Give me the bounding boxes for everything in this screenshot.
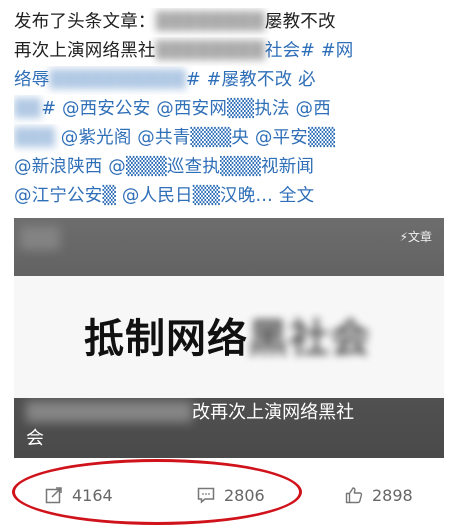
- banner-title: 抵制网络黑社会: [84, 306, 371, 364]
- like-button[interactable]: 2898: [344, 470, 413, 520]
- post-line-blurred: ▒▒▒▒▒▒▒▒: [155, 12, 265, 32]
- thumbs-up-icon: [345, 487, 363, 504]
- caption-blurred: ▒▒▒▒▒▒▒▒▒▒▒▒: [26, 402, 193, 423]
- article-card[interactable]: ⚡文章 抵制网络黑社会 ▒▒▒▒▒▒▒▒▒▒▒▒改再次上演网络黑社 会: [14, 218, 444, 458]
- mention-link[interactable]: @江宁公安▒ @人民日▒▒汉晚… 全文: [14, 186, 314, 206]
- caption-text: 改再次上演网络黑社: [192, 402, 355, 423]
- post-line: @新浪陕西 @▒▒▒巡查执▒▒▒视新闻: [14, 153, 444, 182]
- post-line-blurred: ▒▒▒: [14, 128, 55, 148]
- mention-link[interactable]: # @西安公安 @西安网▒▒执法 @西: [41, 99, 331, 119]
- post-text: 发布了头条文章：▒▒▒▒▒▒▒▒屡教不改 再次上演网络黑社▒▒▒▒▒▒▒▒社会#…: [14, 8, 444, 211]
- post-line-blurred: ▒▒▒▒▒▒▒▒▒▒: [49, 70, 186, 90]
- post-line-text: 再次上演网络黑社: [14, 41, 156, 61]
- banner-title-text: 抵制网络: [84, 316, 248, 362]
- article-badge: ⚡文章: [399, 230, 432, 244]
- post-line: ▒▒▒ @紫光阁 @共青▒▒▒央 @平安▒▒: [14, 124, 444, 153]
- post-line-blurred: ▒▒▒▒▒▒▒▒: [155, 41, 265, 61]
- post-line: 络辱▒▒▒▒▒▒▒▒▒▒# #屡教不改 必: [14, 66, 444, 95]
- post-line: ▒▒# @西安公安 @西安网▒▒执法 @西: [14, 95, 444, 124]
- caption-text-line2: 会: [26, 428, 44, 449]
- article-blurred-region: [20, 226, 60, 250]
- post-line-text: 发布了头条文章：: [14, 12, 156, 32]
- post-line: 发布了头条文章：▒▒▒▒▒▒▒▒屡教不改: [14, 8, 444, 37]
- post-line: 再次上演网络黑社▒▒▒▒▒▒▒▒社会# #网: [14, 37, 444, 66]
- banner-title-blurred: 黑社会: [248, 316, 371, 362]
- post-line-blurred: ▒▒: [14, 99, 42, 119]
- hashtag-link[interactable]: # #屡教不改 必: [186, 70, 316, 90]
- article-caption: ▒▒▒▒▒▒▒▒▒▒▒▒改再次上演网络黑社 会: [26, 400, 436, 452]
- red-highlight-circle: [12, 459, 302, 525]
- like-count: 2898: [372, 485, 413, 505]
- mention-link[interactable]: @新浪陕西 @▒▒▒巡查执▒▒▒视新闻: [14, 157, 314, 177]
- post-line-text: 屡教不改: [264, 12, 336, 32]
- mention-link[interactable]: @紫光阁 @共青▒▒▒央 @平安▒▒: [55, 128, 335, 148]
- hashtag-link[interactable]: 络辱: [14, 70, 49, 90]
- post-line: @江宁公安▒ @人民日▒▒汉晚… 全文: [14, 182, 444, 211]
- hashtag-link[interactable]: 社会# #网: [265, 41, 354, 61]
- article-banner: 抵制网络黑社会: [14, 276, 444, 398]
